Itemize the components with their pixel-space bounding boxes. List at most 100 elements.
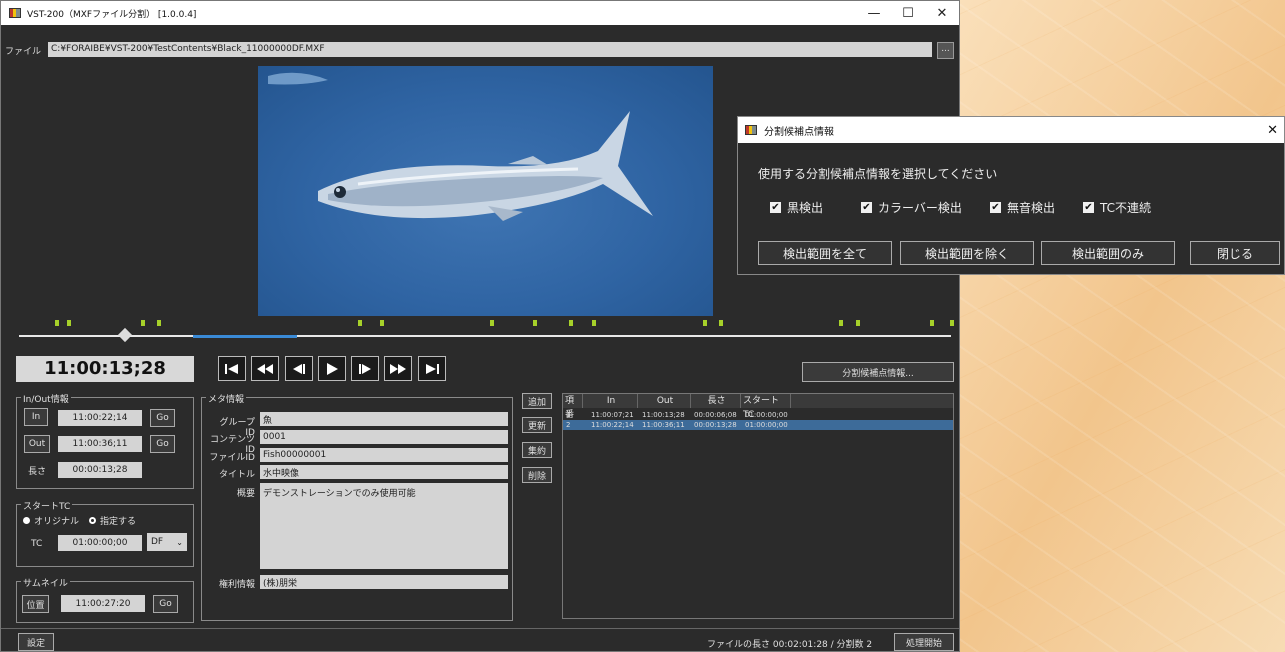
group-id-field[interactable]: 魚 [260,412,508,426]
tc-field[interactable]: 01:00:00;00 [58,535,142,551]
checkbox-checked-icon: ✔ [861,202,872,213]
skip-to-start-button[interactable] [218,356,246,381]
timeline-marker [569,320,573,326]
rights-field[interactable]: (株)朋栄 [260,575,508,589]
segment-list[interactable]: 項番 In Out 長さ スタートTC 1 11:00:07;21 11:00:… [562,393,954,619]
in-field[interactable]: 11:00:22;14 [58,410,142,426]
check-tc-discontinuity[interactable]: ✔ TC不連続 [1083,199,1151,216]
row-cell: 00:00:06;08 [694,411,737,419]
start-process-button[interactable]: 処理開始 [894,633,954,651]
timeline-playhead[interactable] [117,327,133,343]
delete-button[interactable]: 削除 [522,467,552,483]
app-icon [9,8,21,18]
fast-forward-button[interactable] [384,356,412,381]
list-header-cell[interactable]: Out [638,394,691,408]
timeline-marker [380,320,384,326]
title-label: タイトル [218,470,255,480]
maximize-button[interactable]: ☐ [891,6,925,21]
timeline-marker [719,320,723,326]
step-back-icon [293,363,305,374]
radio-specified[interactable]: 指定する [89,514,136,527]
rewind-icon [257,363,273,374]
out-field[interactable]: 11:00:36;11 [58,436,142,452]
checkbox-checked-icon: ✔ [990,202,1001,213]
file-label: ファイル [5,47,42,57]
minimize-button[interactable]: — [857,6,891,21]
thumbnail-go-button[interactable]: Go [153,595,178,613]
checkbox-checked-icon: ✔ [1083,202,1094,213]
play-button[interactable] [318,356,346,381]
check-label: 黒検出 [787,201,824,215]
check-silence-detect[interactable]: ✔ 無音検出 [990,199,1055,216]
detect-exclude-button[interactable]: 検出範囲を除く [900,241,1034,265]
in-go-button[interactable]: Go [150,409,175,427]
content-id-field[interactable]: 0001 [260,430,508,444]
thumbnail-field[interactable]: 11:00:27:20 [61,595,145,612]
list-header-cell[interactable]: 項番 [563,394,583,420]
close-button[interactable]: ✕ [925,6,959,21]
split-info-button[interactable]: 分割候補点情報... [802,362,954,382]
step-forward-button[interactable] [351,356,379,381]
dialog-close-button[interactable]: ✕ [1267,123,1278,138]
play-icon [327,362,338,375]
timeline-marker [592,320,596,326]
timeline-marker [55,320,59,326]
check-label: TC不連続 [1100,201,1152,215]
update-button[interactable]: 更新 [522,417,552,433]
list-header-cell[interactable]: 長さ [691,394,741,408]
dialog-prompt: 使用する分割候補点情報を選択してください [758,167,998,181]
row-cell: 1 [566,411,571,419]
timeline-marker [930,320,934,326]
list-header-cell[interactable]: In [583,394,638,408]
merge-button[interactable]: 集約 [522,442,552,458]
list-header-cell[interactable]: スタートTC [741,394,791,420]
chevron-down-icon: ⌄ [176,537,183,547]
file-path-field[interactable]: C:¥FORAIBE¥VST-200¥TestContents¥Black_11… [48,42,932,57]
meta-title: メタ情報 [206,392,247,405]
settings-button[interactable]: 設定 [18,633,54,651]
row-cell: 01:00:00;00 [745,411,788,419]
row-cell: 01:00:00;00 [745,421,788,429]
tc-label: TC [31,539,43,549]
footer-divider [1,628,959,629]
check-black-detect[interactable]: ✔ 黒検出 [770,199,823,216]
step-back-button[interactable] [285,356,313,381]
timeline-marker [358,320,362,326]
summary-field[interactable]: デモンストレーションでのみ使用可能 [260,483,508,569]
table-row[interactable]: 1 11:00:07;21 11:00:13;28 00:00:06;08 01… [563,410,953,420]
browse-button[interactable]: ... [937,42,954,59]
detect-all-button[interactable]: 検出範囲を全て [758,241,892,265]
timeline-marker [856,320,860,326]
radio-original[interactable]: オリジナル [23,514,79,527]
dialog-close-action-button[interactable]: 閉じる [1190,241,1280,265]
add-button[interactable]: 追加 [522,393,552,409]
main-window: VST-200（MXFファイル分割） [1.0.0.4] — ☐ ✕ ファイル … [0,0,960,652]
skip-to-end-button[interactable] [418,356,446,381]
df-select-value: DF [151,537,164,547]
thumbnail-pos-button[interactable]: 位置 [22,595,49,613]
out-button[interactable]: Out [24,435,50,453]
dialog-title-bar: 分割候補点情報 ✕ [738,117,1284,143]
summary-label: 概要 [236,489,255,499]
in-button[interactable]: In [24,408,48,426]
table-row[interactable]: 2 11:00:22;14 11:00:36;11 00:00:13;28 01… [563,420,953,430]
row-cell: 00:00:13;28 [694,421,737,429]
check-colorbar-detect[interactable]: ✔ カラーバー検出 [861,199,962,216]
timeline-track[interactable] [19,335,951,337]
radio-selected-icon [23,517,30,524]
out-go-button[interactable]: Go [150,435,175,453]
timeline-selection [193,335,297,338]
detect-only-button[interactable]: 検出範囲のみ [1041,241,1175,265]
df-select[interactable]: DF ⌄ [147,533,187,551]
title-field[interactable]: 水中映像 [260,465,508,479]
rewind-button[interactable] [251,356,279,381]
radio-specified-label: 指定する [100,517,137,527]
timeline-marker [950,320,954,326]
timeline-marker [157,320,161,326]
dialog-title: 分割候補点情報 [764,126,834,138]
checkbox-checked-icon: ✔ [770,202,781,213]
split-info-dialog: 分割候補点情報 ✕ 使用する分割候補点情報を選択してください ✔ 黒検出 ✔ カ… [737,116,1285,275]
skip-to-start-icon [225,363,238,374]
app-icon [745,125,757,135]
file-id-field[interactable]: Fish00000001 [260,448,508,462]
